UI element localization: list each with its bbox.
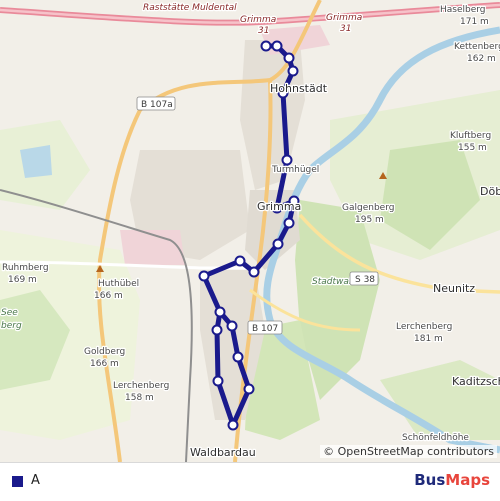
bus-stop-marker[interactable] bbox=[287, 65, 299, 77]
bus-stop-marker[interactable] bbox=[271, 40, 283, 52]
label-grimma: Grimma bbox=[257, 200, 301, 213]
label-hohnstaedt: Hohnstädt bbox=[270, 82, 328, 95]
bus-stop-marker[interactable] bbox=[212, 375, 224, 387]
bus-stop-marker[interactable] bbox=[198, 270, 210, 282]
map-view[interactable]: Raststätte Muldental Grimma 31 Grimma 31… bbox=[0, 0, 500, 462]
label-see: See bbox=[1, 308, 18, 318]
label-huthuebel: Huthübel bbox=[98, 279, 139, 289]
bus-stop-marker[interactable] bbox=[243, 383, 255, 395]
label-lerchenberg-elev: 181 m bbox=[414, 334, 443, 344]
bus-stop-marker[interactable] bbox=[283, 52, 295, 64]
label-turmhuegel: Turmhügel bbox=[271, 165, 319, 175]
label-haselberg: Haselberg bbox=[440, 5, 486, 15]
label-grimma-exit: Grimma bbox=[240, 15, 276, 25]
label-grimma-exit: Grimma bbox=[326, 13, 362, 23]
busmaps-logo[interactable]: BusMaps bbox=[414, 471, 490, 489]
bus-stop-marker[interactable] bbox=[227, 419, 239, 431]
bus-stop-marker[interactable] bbox=[272, 238, 284, 250]
label-kluftberg: Kluftberg bbox=[450, 131, 491, 141]
bus-stop-marker[interactable] bbox=[283, 217, 295, 229]
label-kettenberg: Kettenberg bbox=[454, 42, 500, 52]
label-ruhmberg-elev: 169 m bbox=[8, 275, 37, 285]
brand-part-maps: Maps bbox=[445, 471, 490, 489]
bus-stop-marker[interactable] bbox=[260, 40, 272, 52]
label-raststaette: Raststätte Muldental bbox=[143, 3, 237, 13]
label-lerchenberg: Lerchenberg bbox=[396, 322, 452, 332]
label-kettenberg-elev: 162 m bbox=[467, 54, 496, 64]
route-a-label: A bbox=[31, 473, 40, 488]
brand-part-bus: Bus bbox=[414, 471, 446, 489]
pond bbox=[20, 145, 52, 178]
label-haselberg-elev: 171 m bbox=[460, 17, 489, 27]
label-exit-number: 31 bbox=[340, 24, 351, 34]
label-galgenberg: Galgenberg bbox=[342, 203, 394, 213]
label-lerchenberg: Lerchenberg bbox=[113, 381, 169, 391]
bus-stop-marker[interactable] bbox=[211, 324, 223, 336]
bus-stop-marker[interactable] bbox=[234, 255, 246, 267]
label-kluftberg-elev: 155 m bbox=[458, 143, 487, 153]
label-doeb: Döb bbox=[480, 185, 500, 198]
map-canvas: Raststätte Muldental Grimma 31 Grimma 31… bbox=[0, 0, 500, 462]
label-waldbardau: Waldbardau bbox=[190, 446, 256, 459]
bus-stop-marker[interactable] bbox=[281, 154, 293, 166]
label-schoenfeldhoehe: Schönfeldhöhe bbox=[402, 433, 469, 443]
label-goldberg: Goldberg bbox=[84, 347, 125, 357]
route-a-color-swatch bbox=[12, 476, 23, 487]
label-kaditzsch: Kaditzsch bbox=[452, 375, 500, 388]
label-neunitz: Neunitz bbox=[433, 282, 475, 295]
bus-stop-marker[interactable] bbox=[226, 320, 238, 332]
label-s38: S 38 bbox=[355, 275, 375, 285]
label-see-berg: berg bbox=[1, 321, 22, 331]
bus-stop-marker[interactable] bbox=[248, 266, 260, 278]
bus-stop-marker[interactable] bbox=[214, 306, 226, 318]
label-b107: B 107 bbox=[252, 324, 278, 334]
label-galgenberg-elev: 195 m bbox=[355, 215, 384, 225]
map-attribution[interactable]: © OpenStreetMap contributors bbox=[320, 445, 497, 458]
label-b107a: B 107a bbox=[141, 100, 173, 110]
legend-bar: A BusMaps bbox=[0, 462, 500, 501]
label-exit-number: 31 bbox=[258, 26, 269, 36]
bus-stop-marker[interactable] bbox=[232, 351, 244, 363]
label-goldberg-elev: 166 m bbox=[90, 359, 119, 369]
label-huthuebel-elev: 166 m bbox=[94, 291, 123, 301]
label-ruhmberg: Ruhmberg bbox=[2, 263, 49, 273]
label-lerchenberg-elev: 158 m bbox=[125, 393, 154, 403]
